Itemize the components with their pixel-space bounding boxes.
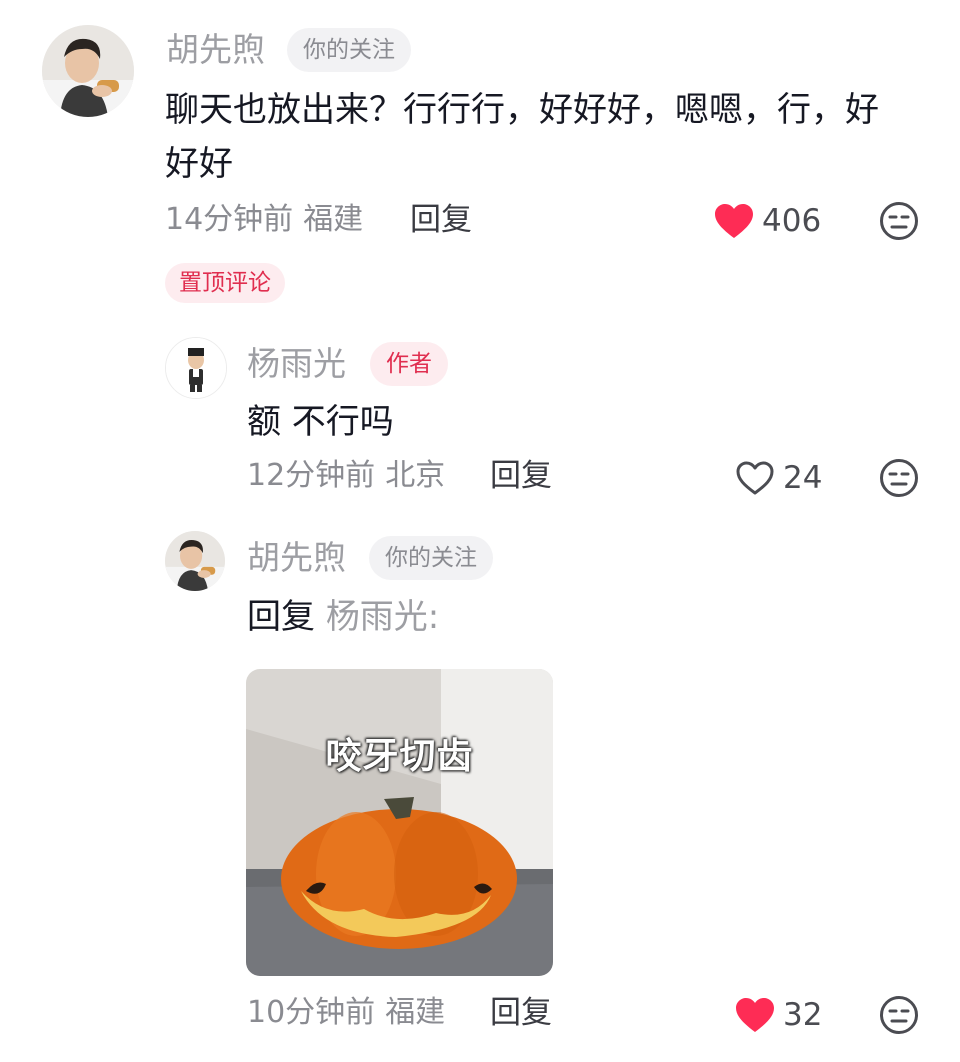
reply-avatar[interactable] (165, 337, 227, 399)
reply-time: 10分钟前 (247, 995, 376, 1030)
sticker-caption: 咬牙切齿 (325, 736, 474, 777)
reply-prefix: 回复 (247, 597, 315, 637)
reply-target: 回复 杨雨光: (247, 590, 439, 644)
following-badge: 你的关注 (369, 536, 493, 580)
reply-meta: 12分钟前 北京 (247, 456, 455, 496)
comment-time: 14分钟前 (165, 202, 294, 237)
avatar-photo (42, 25, 134, 117)
comment-thread: 胡先煦 你的关注 聊天也放出来？行行行，好好好，嗯嗯，行，好好好 14分钟前 福建… (0, 0, 960, 1062)
dislike-face-icon[interactable] (879, 458, 919, 498)
reply-location: 福建 (385, 995, 446, 1030)
heart-icon (736, 998, 774, 1032)
reply-time: 12分钟前 (247, 458, 376, 493)
author-badge: 作者 (370, 342, 448, 386)
reply-avatar[interactable] (165, 531, 225, 591)
pinned-comment-badge: 置顶评论 (165, 263, 285, 303)
reply-button[interactable]: 回复 (410, 200, 472, 240)
like-button[interactable]: 24 (735, 456, 822, 500)
reply-author[interactable]: 胡先煦 (247, 538, 346, 578)
reply-text: 额 不行吗 (247, 402, 394, 442)
like-button[interactable]: 32 (735, 993, 822, 1037)
reply-button[interactable]: 回复 (490, 993, 552, 1033)
comment-text: 聊天也放出来？行行行，好好好，嗯嗯，行，好好好 (165, 90, 879, 184)
reply-author[interactable]: 杨雨光 (247, 344, 346, 384)
heart-icon (715, 204, 753, 238)
comment-author[interactable]: 胡先煦 (166, 30, 265, 70)
dislike-face-icon[interactable] (879, 995, 919, 1035)
like-count: 24 (783, 460, 823, 496)
comment-location: 福建 (303, 202, 364, 237)
like-count: 406 (762, 203, 822, 239)
reply-button[interactable]: 回复 (490, 456, 552, 496)
sticker-image[interactable]: 咬牙切齿 (246, 669, 553, 976)
reply-location: 北京 (385, 458, 446, 493)
dislike-face-icon[interactable] (879, 201, 919, 241)
following-badge: 你的关注 (287, 28, 411, 72)
like-button[interactable]: 406 (714, 199, 821, 243)
reply-meta: 10分钟前 福建 (247, 993, 455, 1033)
avatar-cartoon (166, 338, 226, 398)
pumpkin-sticker (246, 669, 553, 976)
heart-outline-icon (736, 461, 774, 495)
reply-to-user[interactable]: 杨雨光: (326, 597, 439, 637)
avatar[interactable] (42, 25, 134, 117)
comment-meta: 14分钟前 福建 (165, 200, 373, 240)
avatar-photo (165, 531, 225, 591)
like-count: 32 (783, 997, 823, 1033)
